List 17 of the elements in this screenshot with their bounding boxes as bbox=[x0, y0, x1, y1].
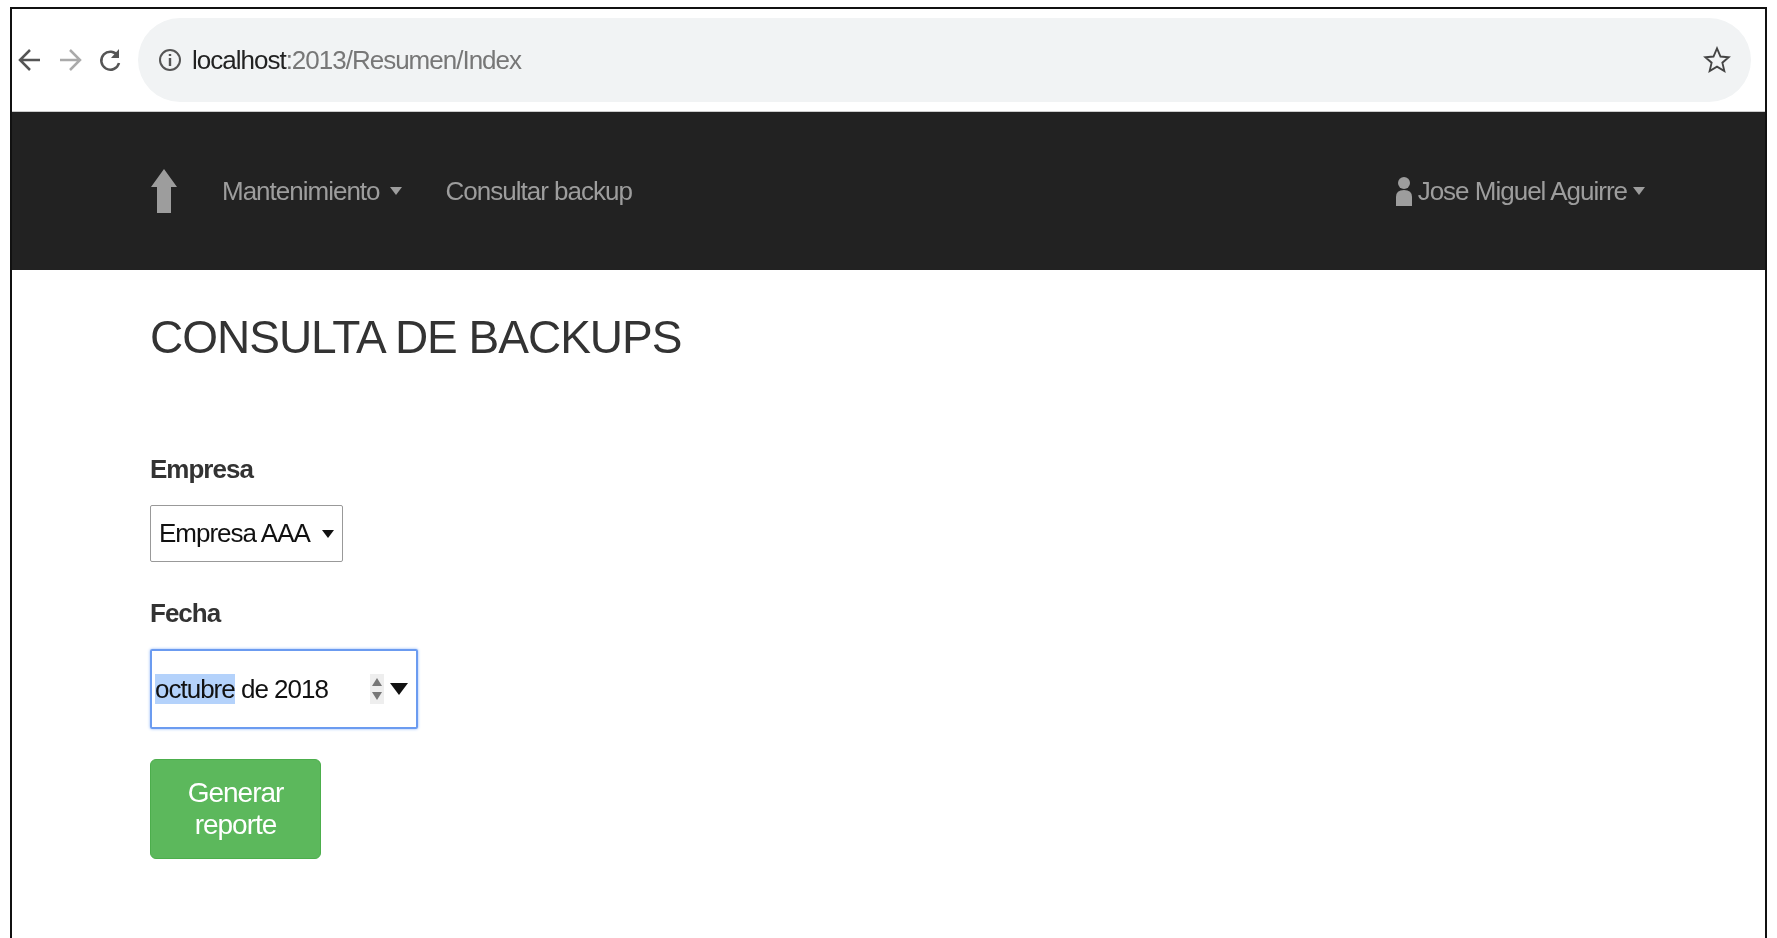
user-menu[interactable]: Jose Miguel Aguirre bbox=[1395, 175, 1645, 207]
field-label: Empresa bbox=[150, 454, 253, 485]
nav-dropdown[interactable]: Mantenimiento bbox=[222, 175, 402, 207]
info-icon[interactable] bbox=[158, 48, 182, 72]
field-label: Fecha bbox=[150, 598, 221, 629]
page-title: CONSULTA DE BACKUPS bbox=[150, 310, 683, 364]
address-bar[interactable]: localhost:2013/Resumen/Index bbox=[138, 18, 1751, 102]
bookmark-star-icon[interactable] bbox=[1703, 46, 1731, 74]
caret-icon bbox=[389, 186, 402, 196]
user-icon bbox=[1395, 176, 1412, 206]
caret-icon bbox=[1633, 186, 1645, 196]
nav-link[interactable]: Consultar backup bbox=[445, 175, 632, 207]
dropdown-caret-icon bbox=[321, 528, 334, 539]
company-select[interactable]: Empresa AAA bbox=[150, 505, 343, 562]
url-text: localhost:2013/Resumen/Index bbox=[192, 44, 523, 76]
month-input[interactable]: octubre de 2018 bbox=[150, 649, 418, 729]
spinner-icon[interactable] bbox=[370, 674, 384, 704]
